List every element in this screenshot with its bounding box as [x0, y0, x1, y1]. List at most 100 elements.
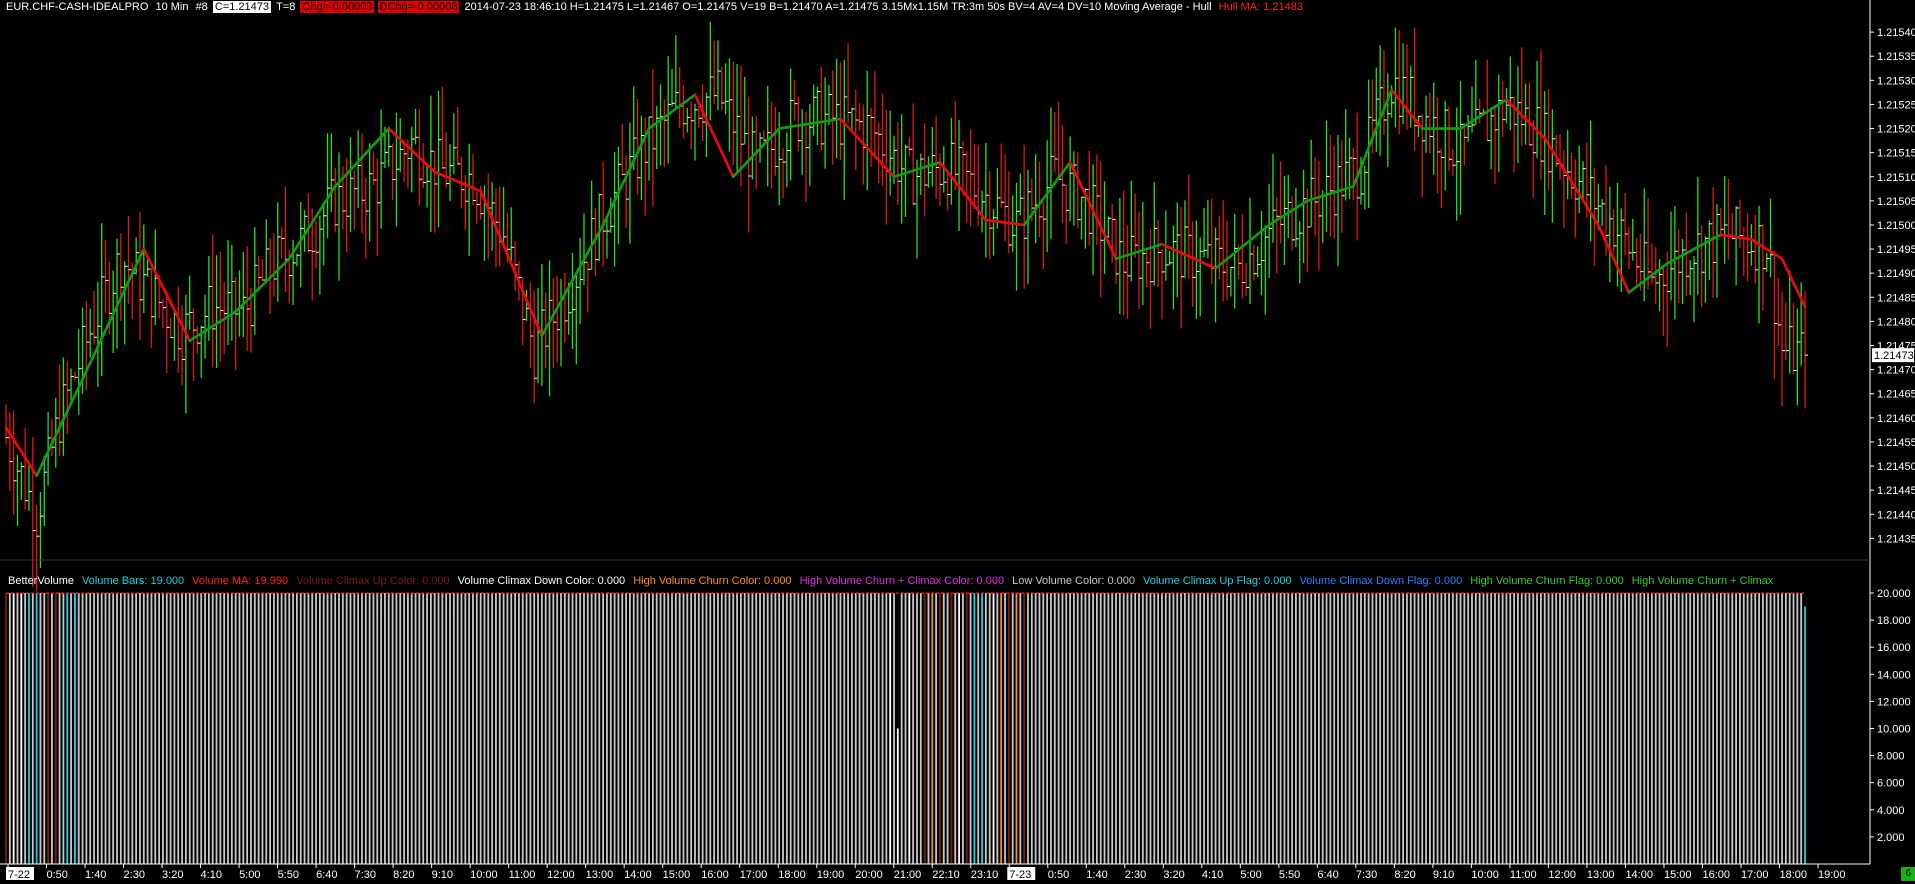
price-tick-label: 1.21485 [1877, 292, 1915, 304]
volume-bar [1777, 593, 1779, 864]
volume-bar [514, 593, 516, 864]
volume-bar [1800, 593, 1802, 864]
chart-canvas[interactable]: 1.215401.215351.215301.215251.215201.215… [0, 0, 1915, 881]
volume-bar [239, 593, 241, 864]
time-axis-label: 3:20 [162, 869, 183, 881]
volume-bar [813, 593, 815, 864]
volume-bar [1670, 593, 1672, 864]
volume-bar [185, 593, 187, 864]
volume-bar [1272, 593, 1274, 864]
volume-bar [996, 593, 998, 864]
time-axis-label: 2:30 [1125, 869, 1146, 881]
volume-bar [1238, 593, 1240, 864]
volume-bar [1169, 593, 1171, 864]
volume-indicator-header: BetterVolumeVolume Bars: 19.000Volume MA… [8, 574, 1781, 588]
volume-bar [1341, 593, 1343, 864]
time-axis-label: 0:50 [1048, 869, 1069, 881]
volume-bar [1318, 593, 1320, 864]
volume-bar [1134, 593, 1136, 864]
volume-bar [1226, 593, 1228, 864]
volume-bar [1636, 593, 1638, 864]
volume-bar [1773, 593, 1775, 864]
volume-bar [1406, 593, 1408, 864]
volume-bar [438, 593, 440, 864]
time-axis-label: 4:10 [1202, 869, 1223, 881]
volume-bar [1180, 593, 1182, 864]
volume-bar [648, 593, 650, 864]
volume-bar [1793, 593, 1795, 864]
volume-bar [1682, 593, 1684, 864]
interval-label[interactable]: 10 Min [153, 1, 190, 13]
volume-bar [1444, 593, 1446, 864]
volume-bar [725, 593, 727, 864]
volume-bar [1521, 593, 1523, 864]
volume-bar [1640, 593, 1642, 864]
price-tick-label: 1.21435 [1877, 533, 1915, 545]
volume-bar [1153, 593, 1155, 864]
volume-bar [885, 593, 887, 864]
volume-bar [1410, 593, 1412, 864]
time-axis-label: 14:00 [1625, 869, 1653, 881]
symbol-label[interactable]: EUR.CHF-CASH-IDEALPRO [4, 1, 150, 13]
volume-bar [334, 593, 336, 864]
volume-bar [93, 593, 95, 864]
volume-bar [928, 593, 930, 864]
volume-bar [63, 593, 65, 864]
volume-bar [231, 593, 233, 864]
volume-bar [441, 593, 443, 864]
volume-bar [388, 593, 390, 864]
volume-bar [736, 593, 738, 864]
volume-bar [916, 593, 918, 864]
volume-bar [315, 593, 317, 864]
volume-bar [966, 593, 968, 864]
volume-bar [1421, 593, 1423, 864]
volume-bar [683, 593, 685, 864]
volume-bar [40, 593, 42, 864]
volume-bar [1222, 593, 1224, 864]
volume-bar [1517, 593, 1519, 864]
volume-bar [174, 593, 176, 864]
time-axis-label: 17:00 [1741, 869, 1769, 881]
volume-bar [124, 593, 126, 864]
time-axis-label: 13:00 [1587, 869, 1615, 881]
volume-bar [1042, 593, 1044, 864]
volume-bar [1115, 593, 1117, 864]
volume-bar [304, 593, 306, 864]
volume-bar [556, 593, 558, 864]
volume-bar [1100, 593, 1102, 864]
volume-bar [533, 593, 535, 864]
volume-bar [629, 593, 631, 864]
trading-chart[interactable]: 1.215401.215351.215301.215251.215201.215… [0, 0, 1915, 881]
volume-legend-item: Volume Climax Up Flag: 0.000 [1143, 575, 1292, 587]
time-axis-date: 7-22 [8, 869, 30, 881]
volume-bar [143, 593, 145, 864]
volume-bar [1559, 593, 1561, 864]
volume-bar [1337, 593, 1339, 864]
time-axis-label: 4:10 [201, 869, 222, 881]
volume-tick-label: 12.000 [1877, 696, 1911, 708]
price-tick-label: 1.21460 [1877, 413, 1915, 425]
close-price-box: C=1.21473 [213, 1, 271, 13]
volume-bar [951, 593, 953, 864]
volume-bar [560, 593, 562, 864]
volume-bar [1391, 593, 1393, 864]
corner-badge[interactable]: 6 [1901, 867, 1915, 881]
volume-legend-item: High Volume Churn + Climax [1632, 575, 1774, 587]
volume-bar [51, 593, 53, 864]
volume-bar [265, 593, 267, 864]
volume-bar [36, 593, 38, 864]
volume-bar [1027, 593, 1029, 864]
volume-bar [74, 593, 76, 864]
time-axis-label: 20:00 [855, 869, 883, 881]
volume-bar [905, 593, 907, 864]
volume-bar [281, 593, 283, 864]
volume-bar [1303, 593, 1305, 864]
volume-bar [162, 593, 164, 864]
volume-bar [1157, 593, 1159, 864]
volume-bar [1062, 593, 1064, 864]
volume-bar [1766, 593, 1768, 864]
volume-bar [805, 593, 807, 864]
volume-bar [510, 593, 512, 864]
volume-bar [82, 593, 84, 864]
volume-bar [376, 593, 378, 864]
